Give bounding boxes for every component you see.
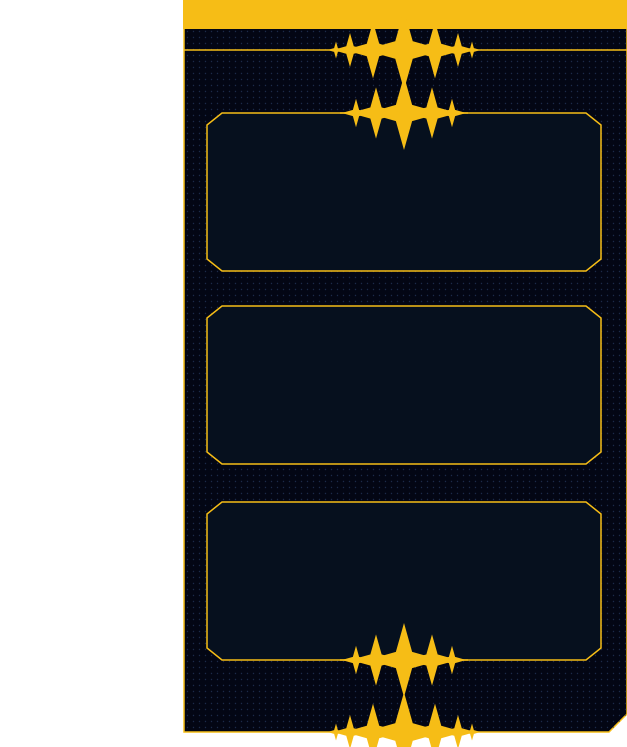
sci-fi-frame <box>183 0 627 747</box>
card-2 <box>206 305 602 465</box>
